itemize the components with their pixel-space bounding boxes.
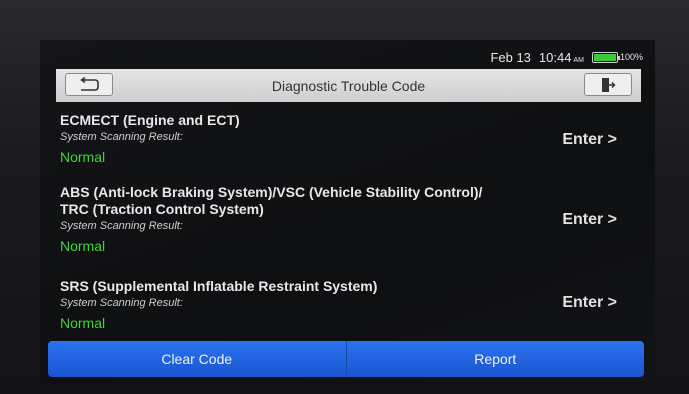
scan-result-label: System Scanning Result:	[60, 220, 183, 232]
status-time: 10:44 AM	[539, 50, 584, 65]
status-bar: Feb 13 10:44 AM 100%	[40, 48, 643, 66]
enter-button-abs[interactable]: Enter >	[562, 211, 617, 229]
system-name-line: ECMECT (Engine and ECT)	[60, 112, 240, 128]
status-time-ampm: AM	[573, 56, 584, 64]
bottom-action-bar: Clear Code Report	[48, 341, 644, 377]
battery-indicator: 100%	[591, 51, 643, 63]
scan-result-status: Normal	[60, 238, 106, 254]
battery-icon	[591, 51, 620, 63]
system-name: SRS (Supplemental Inflatable Restraint S…	[60, 278, 640, 295]
clear-code-button[interactable]: Clear Code	[48, 341, 347, 377]
scan-result-status: Normal	[60, 315, 106, 331]
device-screen: Feb 13 10:44 AM 100% Diagnostic Trouble C…	[40, 40, 655, 384]
scan-result-label: System Scanning Result:	[60, 297, 183, 309]
system-row-abs[interactable]: ABS (Anti-lock Braking System)/VSC (Vehi…	[60, 184, 640, 254]
system-name: ECMECT (Engine and ECT)	[60, 112, 640, 129]
system-row-srs[interactable]: SRS (Supplemental Inflatable Restraint S…	[60, 278, 640, 331]
status-time-value: 10:44	[538, 49, 572, 65]
status-date: Feb 13	[490, 49, 531, 65]
system-name: ABS (Anti-lock Braking System)/VSC (Vehi…	[60, 184, 640, 218]
system-name-line: TRC (Traction Control System)	[60, 201, 264, 217]
return-arrow-icon	[80, 76, 99, 91]
scan-result-label: System Scanning Result:	[60, 131, 183, 143]
enter-button-srs[interactable]: Enter >	[562, 294, 617, 312]
battery-percent: 100%	[619, 52, 643, 62]
exit-button[interactable]	[584, 73, 632, 96]
system-name-line: SRS (Supplemental Inflatable Restraint S…	[60, 278, 378, 294]
enter-button-ecmect[interactable]: Enter >	[562, 131, 617, 149]
system-name-line: ABS (Anti-lock Braking System)/VSC (Vehi…	[60, 184, 483, 200]
scan-result-status: Normal	[60, 149, 106, 165]
report-button[interactable]: Report	[346, 341, 644, 377]
title-bar: Diagnostic Trouble Code	[56, 69, 641, 102]
page-title: Diagnostic Trouble Code	[271, 77, 426, 94]
system-row-ecmect[interactable]: ECMECT (Engine and ECT) System Scanning …	[60, 112, 640, 165]
back-button[interactable]	[65, 73, 113, 96]
exit-door-icon	[602, 77, 616, 92]
